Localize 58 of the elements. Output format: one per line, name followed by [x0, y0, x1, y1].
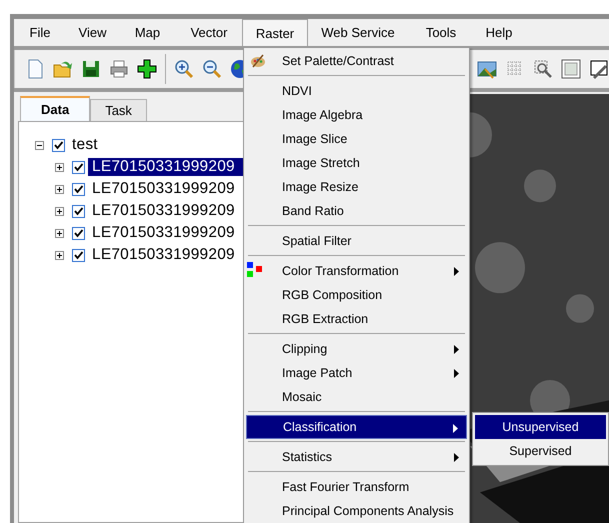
tree-item[interactable]: LE70150331999209 [88, 180, 239, 198]
menu-item[interactable]: Image Patch [246, 361, 467, 385]
menu-item[interactable]: Clipping [246, 337, 467, 361]
frame-icon[interactable] [561, 59, 581, 79]
tree-item[interactable]: test [68, 136, 102, 154]
menu-item[interactable]: Supervised [475, 439, 606, 463]
checkbox[interactable] [72, 226, 85, 240]
printer-icon[interactable] [109, 59, 129, 79]
tree-item[interactable]: LE70150331999209 [88, 202, 239, 220]
menu-item[interactable]: Fast Fourier Transform [246, 475, 467, 499]
tree-item[interactable]: LE70150331999209 [88, 224, 239, 242]
save-icon[interactable] [81, 59, 101, 79]
zoom-in-icon[interactable] [174, 59, 194, 79]
expand-icon[interactable] [55, 162, 64, 172]
menu-item[interactable]: Help [474, 19, 524, 46]
expand-icon[interactable] [55, 250, 64, 260]
zoom-box-icon[interactable] [533, 59, 553, 79]
checkbox[interactable] [72, 160, 85, 174]
menu-item[interactable]: Mosaic [246, 385, 467, 409]
checkbox[interactable] [72, 248, 85, 262]
menu-item[interactable]: Color Transformation [246, 259, 467, 283]
image-icon[interactable] [477, 59, 497, 79]
menu-item[interactable]: NDVI [246, 79, 467, 103]
menu-item[interactable]: RGB Composition [246, 283, 467, 307]
menu-item[interactable]: Map [119, 19, 176, 46]
zoom-out-icon[interactable] [202, 59, 222, 79]
menu-item[interactable]: File [14, 19, 66, 46]
expand-icon[interactable] [55, 184, 64, 194]
menu-item[interactable]: RGB Extraction [246, 307, 467, 331]
menu-item[interactable]: Set Palette/Contrast [246, 49, 467, 73]
tab[interactable]: Task [90, 99, 147, 121]
menu-item[interactable]: Spatial Filter [246, 229, 467, 253]
menu-item[interactable]: Vector [176, 19, 242, 46]
menu-item[interactable]: Image Resize [246, 175, 467, 199]
menu-item[interactable]: View [66, 19, 119, 46]
pencil-icon[interactable] [589, 59, 609, 79]
menu-item[interactable]: Classification [246, 415, 467, 439]
tab[interactable]: Data [20, 96, 90, 121]
add-icon[interactable] [137, 59, 157, 79]
checkbox[interactable] [52, 138, 65, 152]
menu-item[interactable]: Web Service [308, 19, 408, 46]
checkbox[interactable] [72, 204, 85, 218]
menu-item[interactable]: Unsupervised [475, 415, 606, 439]
tree-item[interactable]: LE70150331999209 [88, 246, 239, 264]
menu-item[interactable]: Raster [242, 19, 308, 46]
menu-item[interactable]: Tools [408, 19, 474, 46]
menu-item[interactable]: Statistics [246, 445, 467, 469]
menu-item[interactable]: Principal Components Analysis [246, 499, 467, 523]
menu-item[interactable]: Band Ratio [246, 199, 467, 223]
open-folder-icon[interactable] [53, 59, 73, 79]
expand-icon[interactable] [55, 206, 64, 216]
menu-item[interactable]: Image Slice [246, 127, 467, 151]
expand-icon[interactable] [55, 228, 64, 238]
checkbox[interactable] [72, 182, 85, 196]
palette-icon [250, 53, 266, 69]
collapse-icon[interactable] [35, 140, 44, 150]
color-squares-icon [247, 262, 263, 278]
menu-item[interactable]: Image Algebra [246, 103, 467, 127]
